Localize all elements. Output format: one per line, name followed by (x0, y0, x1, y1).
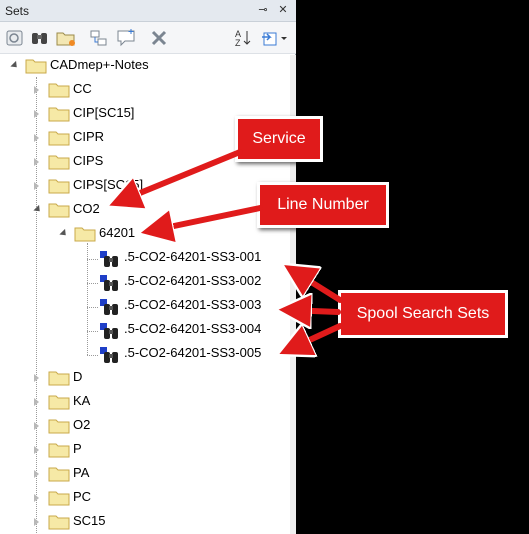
service-arrow (118, 149, 243, 202)
line-number-arrow (150, 205, 263, 231)
callout-arrows (0, 149, 343, 534)
spool-arrow-3 (288, 323, 343, 350)
spool-arrow-2 (288, 310, 341, 312)
spool-arrow-1 (292, 270, 343, 303)
